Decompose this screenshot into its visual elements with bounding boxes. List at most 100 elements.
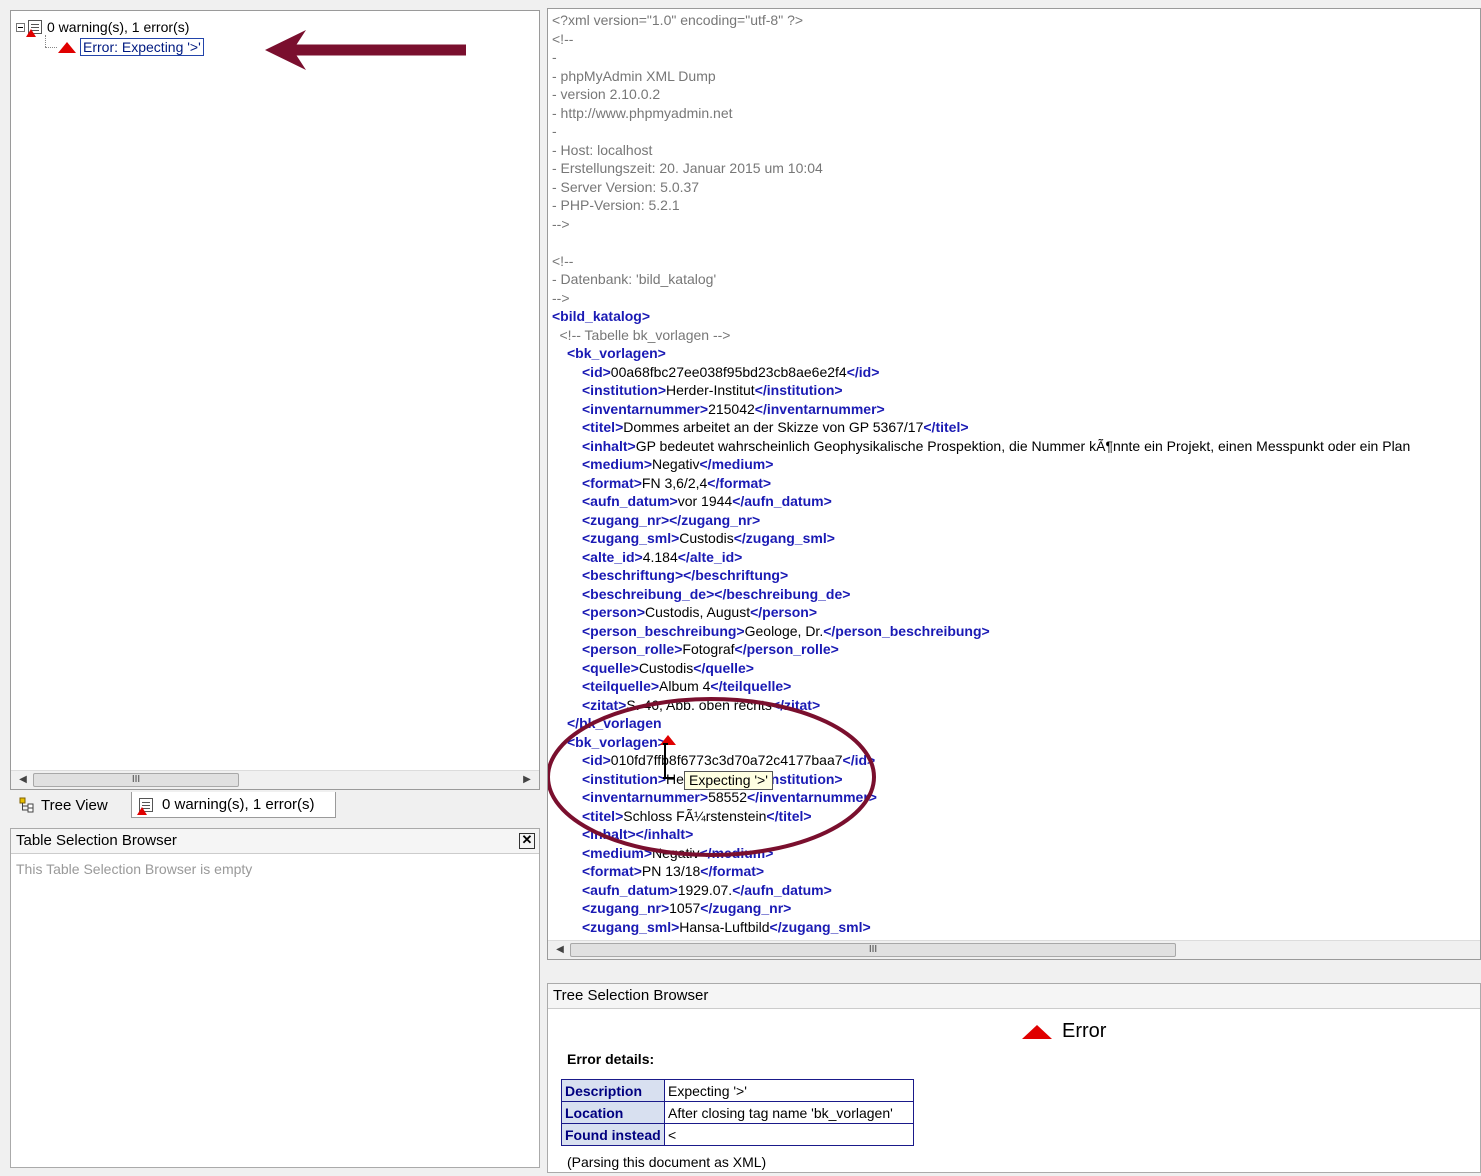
xml-line: <aufn_datum>vor 1944</aufn_datum> [582, 492, 832, 511]
xml-tag: <inhalt> [582, 437, 636, 454]
error-tree-panel[interactable]: 0 warning(s), 1 error(s) Error: Expectin… [10, 10, 540, 790]
document-icon [26, 20, 42, 37]
xml-line: <zugang_sml>Hansa-Luftbild</zugang_sml> [582, 918, 871, 937]
xml-text: 215042 [708, 400, 755, 417]
tab-tree-view[interactable]: Tree View [12, 792, 129, 818]
error-icon [58, 41, 76, 53]
xml-comment: - Host: localhost [552, 141, 653, 158]
xml-horizontal-scrollbar[interactable]: ◀ III [548, 940, 1480, 959]
document-icon [137, 797, 153, 815]
scroll-left-icon[interactable]: ◀ [15, 772, 31, 788]
xml-line: <person>Custodis, August</person> [582, 603, 817, 622]
xml-line: <person_beschreibung>Geologe, Dr.</perso… [582, 622, 990, 641]
xml-line: <bild_katalog> [552, 307, 650, 326]
error-heading: Error [1022, 1020, 1106, 1043]
xml-tag: <bild_katalog> [552, 308, 651, 324]
xml-tag: <aufn_datum> [582, 493, 678, 509]
tab-tree-view-label: Tree View [41, 796, 108, 814]
error-heading-label: Error [1062, 1020, 1107, 1042]
xml-text: Dommes arbeitet an der Skizze von GP 536… [623, 419, 924, 435]
xml-text: Custodis [638, 659, 694, 676]
table-selection-browser: Table Selection Browser ✕ This Table Sel… [10, 828, 540, 1168]
tree-connector [45, 35, 47, 47]
xml-text: Herder-Institut [666, 382, 755, 398]
xml-text: 00a68fbc27ee038f95bd23cb8ae6e2f4 [610, 363, 847, 380]
xml-line: - version 2.10.0.2 [552, 85, 660, 104]
xml-comment: --> [552, 289, 570, 306]
arrow-annotation [265, 30, 466, 70]
xml-line: <institution>Herder-Institut</institutio… [582, 381, 843, 400]
xml-text: Geologe, Dr. [744, 622, 824, 639]
scrollbar-thumb[interactable]: III [33, 773, 239, 787]
xml-tag: </institution> [754, 382, 843, 398]
error-details-value: Expecting '>' [664, 1079, 914, 1102]
error-details-key: Description [561, 1079, 665, 1102]
tree-root-node[interactable]: 0 warning(s), 1 error(s) [16, 19, 189, 37]
xml-tag: <titel> [582, 419, 624, 435]
error-icon [1022, 1024, 1052, 1039]
xml-comment: - [552, 123, 557, 139]
xml-tag: </format> [707, 474, 772, 491]
xml-line: - http://www.phpmyadmin.net [552, 104, 733, 123]
xml-text: 4.184 [642, 548, 678, 565]
xml-line: - Erstellungszeit: 20. Januar 2015 um 10… [552, 159, 823, 178]
tab-errors-label: 0 warning(s), 1 error(s) [162, 796, 315, 813]
xml-line: - phpMyAdmin XML Dump [552, 67, 716, 86]
xml-line: <beschriftung></beschriftung> [582, 566, 788, 585]
xml-comment: <!-- [552, 30, 574, 47]
xml-line: <inventarnummer>215042</inventarnummer> [582, 400, 885, 419]
xml-line: <zugang_nr></zugang_nr> [582, 511, 760, 530]
xml-tag: <zugang_nr> [582, 900, 670, 916]
xml-line: <beschreibung_de></beschreibung_de> [582, 585, 850, 604]
xml-tag: </id> [846, 363, 880, 380]
xml-comment: - Datenbank: 'bild_katalog' [552, 271, 717, 287]
tree-browser-title: Tree Selection Browser [548, 984, 1480, 1009]
xml-tag: <alte_id> [582, 548, 643, 565]
xml-tag: <person_beschreibung> [582, 622, 745, 639]
xml-tag: <beschriftung></beschriftung> [582, 567, 789, 583]
xml-tag: <quelle> [582, 659, 639, 676]
xml-comment: - http://www.phpmyadmin.net [552, 104, 733, 121]
xml-line: <titel>Dommes arbeitet an der Skizze von… [582, 418, 969, 437]
xml-tag: <zugang_sml> [582, 918, 680, 935]
xml-tag: <aufn_datum> [582, 881, 678, 898]
xml-tag: </zugang_nr> [700, 900, 792, 916]
collapse-icon[interactable] [16, 22, 25, 32]
xml-line: <quelle>Custodis</quelle> [582, 659, 754, 678]
close-icon[interactable]: ✕ [519, 833, 535, 849]
scrollbar-thumb[interactable]: III [570, 943, 1176, 957]
xml-line: - PHP-Version: 5.2.1 [552, 196, 680, 215]
xml-tag: <format> [582, 474, 642, 491]
tree-error-label[interactable]: Error: Expecting '>' [80, 38, 204, 56]
xml-comment: - version 2.10.0.2 [552, 86, 661, 102]
xml-comment: - [552, 49, 557, 65]
xml-comment: <!-- [552, 252, 574, 269]
xml-text: Negativ [652, 456, 700, 472]
xml-tag: <beschreibung_de></beschreibung_de> [582, 585, 851, 602]
xml-tag: </person_rolle> [734, 641, 839, 657]
xml-text: 1057 [669, 900, 701, 916]
xml-tag: </medium> [699, 456, 774, 472]
error-details-key: Found instead [561, 1123, 665, 1146]
table-browser-title: Table Selection Browser [16, 832, 177, 849]
tree-error-node[interactable]: Error: Expecting '>' [58, 38, 204, 56]
xml-line: - Datenbank: 'bild_katalog' [552, 270, 716, 289]
xml-text: Custodis [679, 530, 734, 546]
xml-tag: </person_beschreibung> [823, 622, 990, 639]
xml-line: <!-- [552, 252, 573, 271]
xml-line: <bk_vorlagen> [567, 344, 666, 363]
tree-horizontal-scrollbar[interactable]: ◀ III ▶ [11, 770, 539, 789]
xml-tag: <inventarnummer> [582, 400, 709, 417]
tab-errors[interactable]: 0 warning(s), 1 error(s) [131, 792, 336, 818]
tree-selection-browser: Tree Selection Browser Error Error detai… [547, 983, 1481, 1173]
scroll-left-icon[interactable]: ◀ [552, 942, 568, 958]
xml-line: - Server Version: 5.0.37 [552, 178, 699, 197]
xml-line: - Host: localhost [552, 141, 652, 160]
xml-source-view[interactable]: <?xml version="1.0" encoding="utf-8" ?> <… [547, 8, 1481, 960]
xml-line: <medium>Negativ</medium> [582, 455, 773, 474]
xml-line: <zugang_sml>Custodis</zugang_sml> [582, 529, 835, 548]
xml-line: - [552, 122, 557, 141]
xml-line: --> [552, 289, 570, 308]
xml-tag: <person> [582, 604, 646, 620]
scroll-right-icon[interactable]: ▶ [519, 772, 535, 788]
